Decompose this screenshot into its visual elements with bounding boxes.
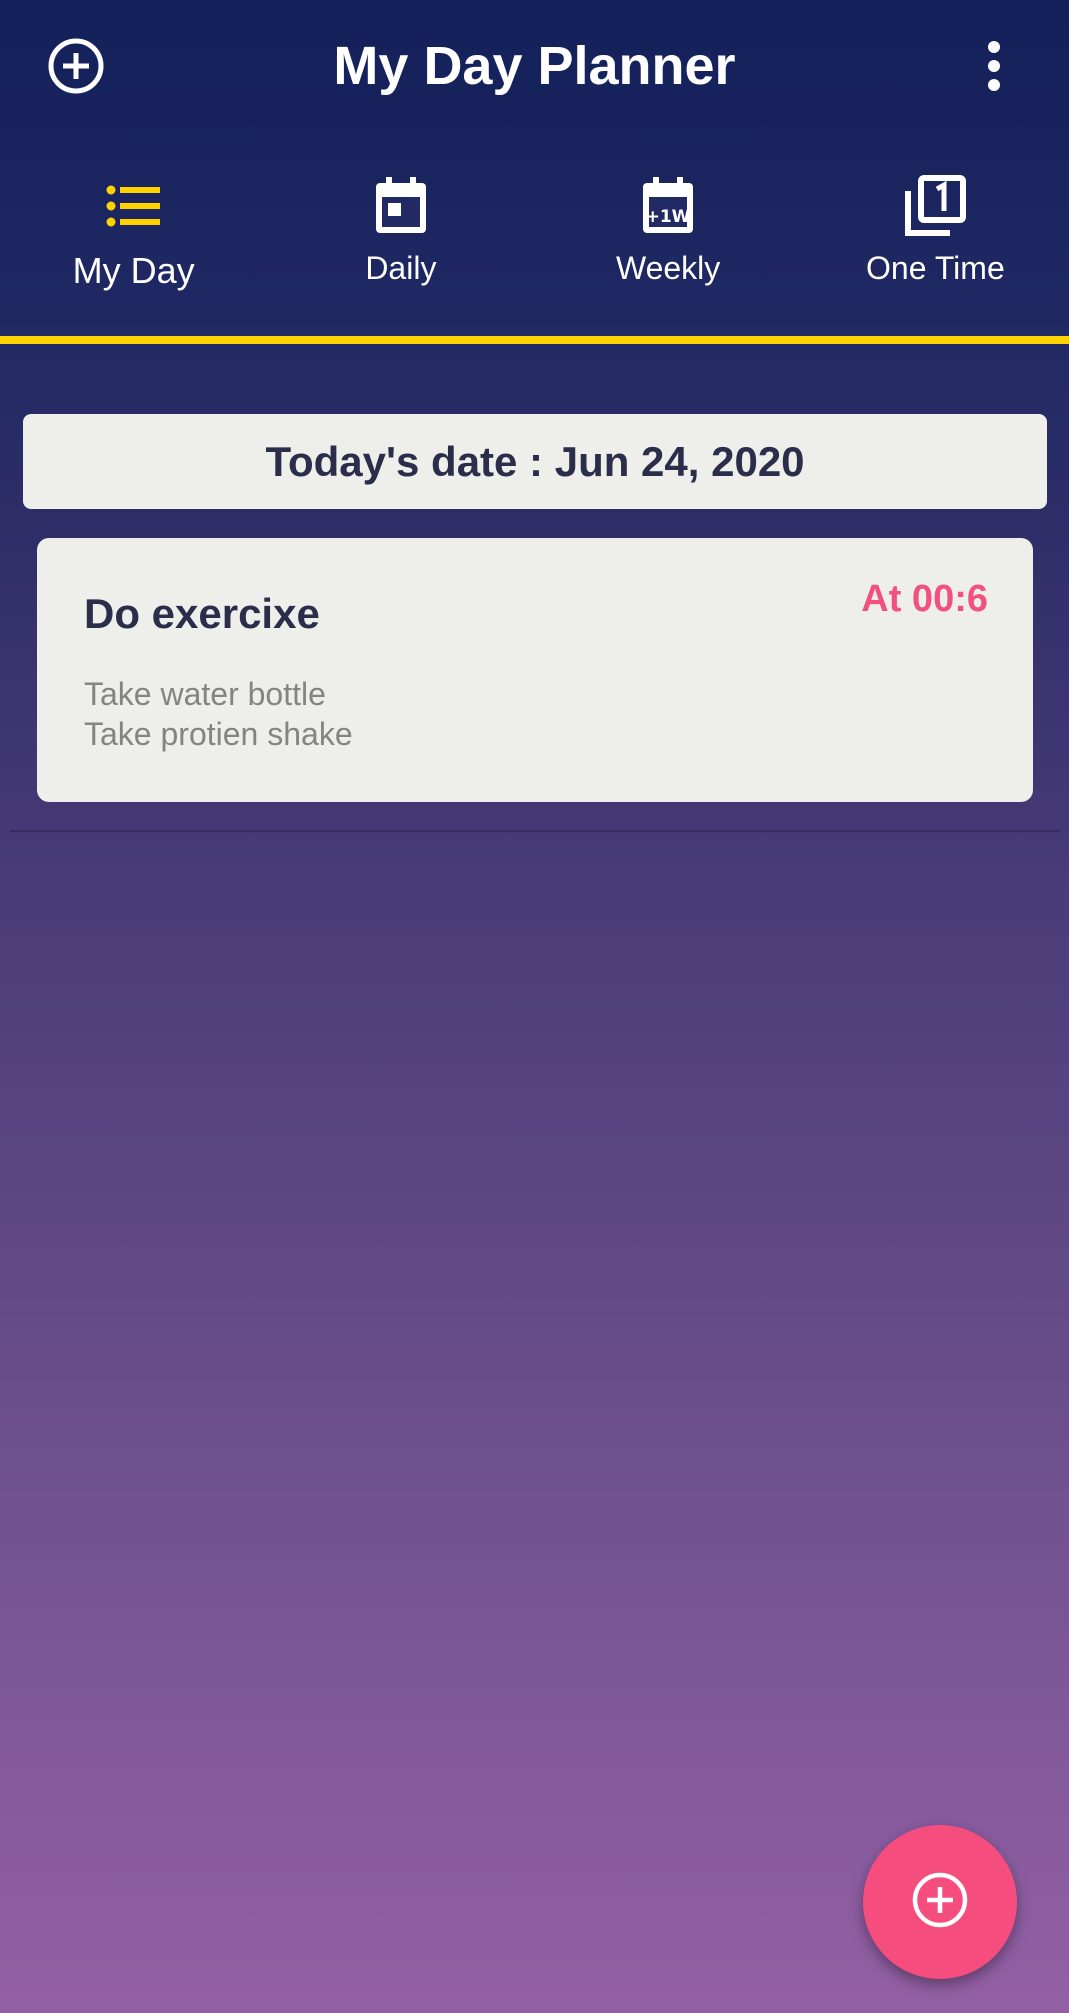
task-title: Do exercixe — [84, 590, 320, 637]
task-time: At 00:6 — [861, 578, 988, 620]
calendar-week-icon: +1W — [641, 170, 695, 242]
filter-1-icon — [904, 170, 967, 242]
tab-daily[interactable]: Daily — [267, 170, 534, 300]
tab-indicator — [0, 336, 1069, 344]
divider — [10, 830, 1060, 832]
task-card[interactable]: Do exercixe At 00:6 Take water bottle Ta… — [37, 538, 1033, 802]
list-icon — [106, 170, 162, 242]
tab-weekly[interactable]: +1W Weekly — [535, 170, 802, 300]
task-notes: Take water bottle Take protien shake — [84, 674, 353, 754]
task-note: Take protien shake — [84, 716, 353, 752]
app-bar: My Day Planner — [0, 0, 1069, 136]
tab-label: My Day — [72, 250, 195, 291]
tab-label: One Time — [866, 250, 1005, 286]
tab-label: Weekly — [615, 250, 721, 286]
date-text: Today's date : Jun 24, 2020 — [265, 437, 805, 485]
app-title: My Day Planner — [333, 36, 736, 96]
svg-text:+1W: +1W — [646, 207, 691, 227]
task-note: Take water bottle — [84, 676, 326, 712]
date-banner: Today's date : Jun 24, 2020 — [23, 414, 1047, 509]
more-vertical-icon[interactable] — [970, 34, 1018, 98]
add-task-fab[interactable] — [863, 1825, 1017, 1979]
calendar-day-icon — [374, 170, 428, 242]
tab-bar: My Day Daily +1W Weekly One Time — [0, 170, 1069, 300]
add-circle-icon — [910, 1870, 970, 1935]
tab-my-day[interactable]: My Day — [0, 170, 267, 300]
tab-one-time[interactable]: One Time — [802, 170, 1069, 300]
tab-label: Daily — [365, 250, 437, 286]
